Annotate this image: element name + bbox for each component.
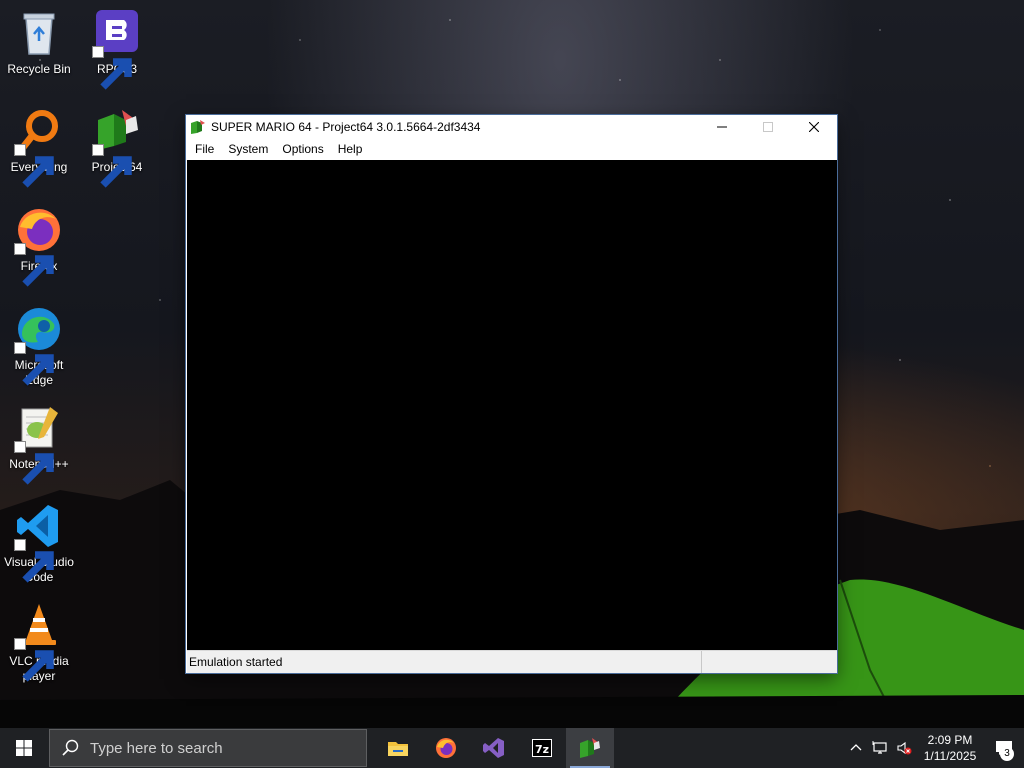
desktop-icon-project64[interactable]: Project64 [78, 106, 156, 188]
desktop-icon-rpcs3[interactable]: RPCS3 [78, 8, 156, 90]
desktop-icon-label: Recycle Bin [7, 62, 71, 76]
close-icon [809, 122, 819, 132]
status-text: Emulation started [187, 651, 702, 673]
edge-icon [14, 304, 64, 386]
shortcut-arrow-icon [14, 144, 54, 188]
desktop-icon-notepad-plus-plus[interactable]: Notepad++ [0, 403, 78, 485]
taskbar-search-box[interactable]: Type here to search [49, 729, 367, 767]
search-icon [62, 739, 79, 756]
shortcut-arrow-icon [14, 638, 54, 682]
status-pane-secondary [702, 651, 837, 673]
menu-options[interactable]: Options [275, 139, 330, 159]
desktop-icon-vlc[interactable]: VLC media player [0, 600, 78, 684]
desktop-icon-microsoft-edge[interactable]: Microsoft Edge [0, 304, 78, 388]
taskbar-clock[interactable]: 2:09 PM 1/11/2025 [916, 732, 984, 764]
desktop-icon-firefox[interactable]: Firefox [0, 205, 78, 287]
recycle-bin-icon [14, 8, 64, 58]
search-placeholder: Type here to search [90, 739, 223, 757]
menu-help[interactable]: Help [331, 139, 370, 159]
close-button[interactable] [791, 115, 837, 139]
network-icon [872, 741, 887, 754]
minimize-icon [717, 126, 727, 128]
project64-icon [191, 120, 205, 134]
show-hidden-icons-button[interactable] [844, 728, 868, 768]
desktop: Recycle Bin RPCS3 Everything Project64 F… [0, 0, 1024, 728]
notification-count-badge: 3 [1000, 747, 1014, 761]
title-bar[interactable]: SUPER MARIO 64 - Project64 3.0.1.5664-2d… [186, 115, 837, 139]
shortcut-arrow-icon [14, 243, 54, 287]
emulator-display[interactable] [187, 160, 837, 651]
project64-icon [92, 106, 142, 188]
desktop-icon-recycle-bin[interactable]: Recycle Bin [0, 8, 78, 77]
vlc-icon [14, 600, 64, 682]
chevron-up-icon [850, 744, 862, 751]
window-title: SUPER MARIO 64 - Project64 3.0.1.5664-2d… [211, 120, 481, 134]
maximize-button[interactable] [745, 115, 791, 139]
taskbar-7zip[interactable]: 7z [518, 728, 566, 768]
rpcs3-icon [92, 8, 142, 90]
everything-search-icon [14, 106, 64, 188]
windows-logo-icon [16, 740, 32, 756]
menu-file[interactable]: File [188, 139, 221, 159]
desktop-icon-everything[interactable]: Everything [0, 106, 78, 188]
firefox-icon [436, 738, 456, 758]
menu-system[interactable]: System [221, 139, 275, 159]
firefox-icon [14, 205, 64, 287]
taskbar-firefox[interactable] [422, 728, 470, 768]
network-status-button[interactable] [868, 728, 892, 768]
taskbar: Type here to search 7z 2:09 PM 1/11/2025… [0, 728, 1024, 768]
maximize-icon [763, 122, 773, 132]
taskbar-visual-studio[interactable] [470, 728, 518, 768]
taskbar-file-explorer[interactable] [374, 728, 422, 768]
clock-date: 1/11/2025 [923, 749, 977, 763]
status-bar: Emulation started [187, 650, 837, 673]
shortcut-arrow-icon [14, 539, 54, 583]
action-center-button[interactable]: 3 [984, 728, 1024, 768]
file-explorer-icon [388, 742, 408, 756]
minimize-button[interactable] [699, 115, 745, 139]
project64-window[interactable]: SUPER MARIO 64 - Project64 3.0.1.5664-2d… [186, 115, 837, 673]
start-button[interactable] [0, 728, 48, 768]
7zip-icon: 7z [532, 739, 552, 757]
volume-button[interactable] [892, 728, 916, 768]
shortcut-arrow-icon [92, 46, 132, 90]
desktop-icon-visual-studio-code[interactable]: Visual Studio Code [0, 501, 78, 585]
shortcut-arrow-icon [14, 441, 54, 485]
volume-muted-icon [897, 741, 912, 755]
system-tray: 2:09 PM 1/11/2025 3 [844, 728, 1024, 768]
shortcut-arrow-icon [14, 342, 54, 386]
taskbar-project64[interactable] [566, 728, 614, 768]
vscode-icon [14, 501, 64, 583]
visual-studio-icon [483, 738, 504, 758]
clock-time: 2:09 PM [927, 733, 973, 747]
notepad-plus-plus-icon [14, 403, 64, 485]
project64-icon [580, 738, 600, 758]
shortcut-arrow-icon [92, 144, 132, 188]
svg-text:7z: 7z [535, 743, 549, 756]
menu-bar: File System Options Help [186, 139, 837, 159]
